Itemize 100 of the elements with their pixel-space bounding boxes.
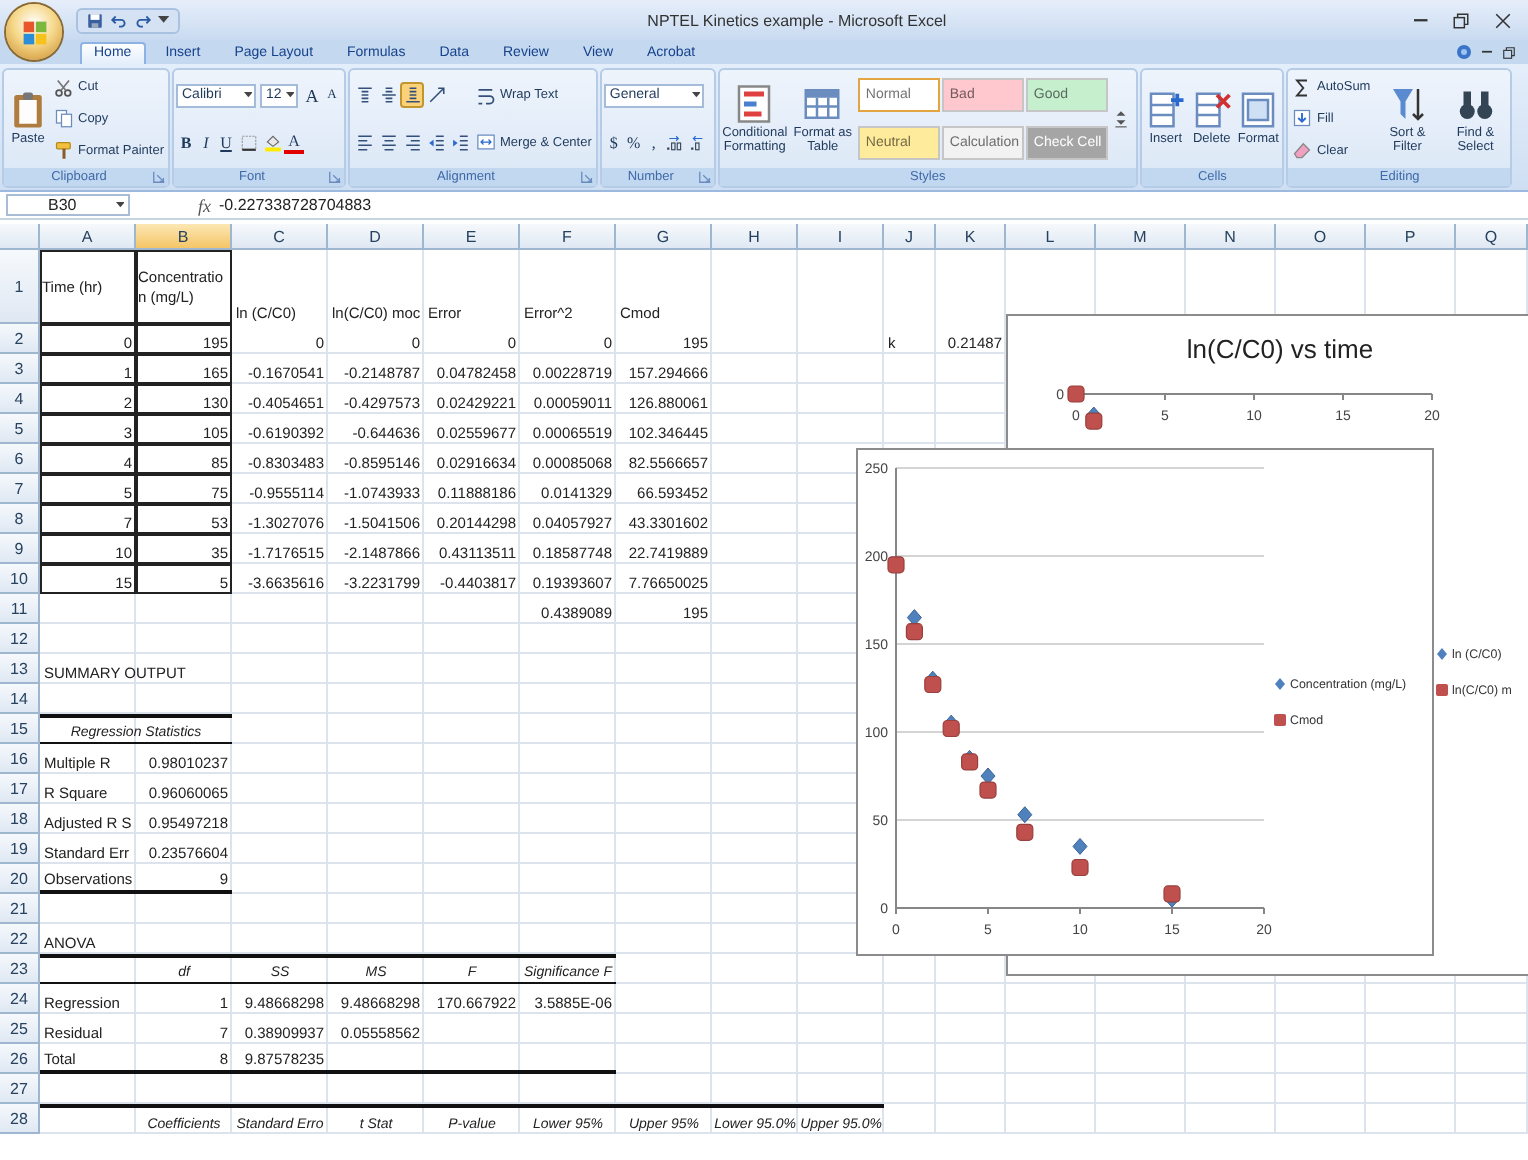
row-header[interactable]: 18 <box>0 804 40 834</box>
undo-button[interactable] <box>110 11 128 29</box>
insert-cells-icon <box>1145 90 1186 131</box>
row-header[interactable]: 28 <box>0 1104 40 1134</box>
data-point <box>1085 412 1103 430</box>
top-align-button[interactable] <box>352 82 376 109</box>
angled-text-icon <box>427 86 445 105</box>
row-header[interactable]: 7 <box>0 474 40 504</box>
delete-cells-icon <box>1191 90 1232 131</box>
column-header[interactable]: E <box>424 224 520 250</box>
data-point <box>1071 858 1089 877</box>
column-header[interactable]: J <box>884 224 936 250</box>
save-button[interactable] <box>86 11 104 29</box>
row-header[interactable]: 16 <box>0 744 40 774</box>
row-header[interactable]: 12 <box>0 624 40 654</box>
column-header[interactable]: K <box>936 224 1006 250</box>
name-box[interactable]: B30 <box>6 194 130 216</box>
row-header[interactable]: 4 <box>0 384 40 414</box>
align-right-button[interactable] <box>400 129 424 156</box>
data-point <box>979 781 997 799</box>
row-header[interactable]: 24 <box>0 984 40 1014</box>
data-point <box>1016 823 1034 841</box>
close-button[interactable] <box>1494 11 1512 29</box>
data-point <box>1072 837 1088 855</box>
column-header[interactable]: G <box>616 224 712 250</box>
row-header[interactable]: 13 <box>0 654 40 684</box>
row-header[interactable]: 23 <box>0 954 40 984</box>
caret-icon <box>158 16 170 24</box>
column-header[interactable]: D <box>328 224 424 250</box>
row-header[interactable]: 25 <box>0 1014 40 1044</box>
center-button[interactable] <box>376 129 400 156</box>
row-header[interactable]: 6 <box>0 444 40 474</box>
decrease-indent-button[interactable] <box>424 129 448 156</box>
currency-button[interactable]: $ <box>603 129 624 155</box>
funnel-icon <box>1387 83 1428 123</box>
column-header[interactable]: Q <box>1456 224 1528 250</box>
column-header[interactable]: N <box>1186 224 1276 250</box>
merge-cells-icon <box>476 132 496 153</box>
column-header[interactable]: P <box>1366 224 1456 250</box>
color-bars-icon <box>734 83 775 123</box>
align-top-icon <box>355 86 373 105</box>
comma-style-button[interactable]: , <box>643 129 664 155</box>
row-header[interactable]: 3 <box>0 354 40 384</box>
percent-button[interactable]: % <box>623 129 644 155</box>
launcher-icon <box>328 170 342 184</box>
caret-icon <box>243 92 252 99</box>
row-header[interactable]: 15 <box>0 714 40 744</box>
undo-icon <box>110 11 128 29</box>
data-point <box>887 556 905 574</box>
increase-indent-button[interactable] <box>448 129 472 156</box>
font-color-button[interactable]: A <box>284 131 304 154</box>
italic-button[interactable]: I <box>196 129 216 156</box>
caret-icon <box>115 202 124 208</box>
caret-icon <box>285 92 294 99</box>
decimal-more-icon <box>666 133 685 151</box>
row-header[interactable]: 9 <box>0 534 40 564</box>
restore-button[interactable] <box>1452 11 1470 29</box>
column-header[interactable]: I <box>798 224 884 250</box>
grow-font-button[interactable]: A <box>302 82 322 109</box>
column-header[interactable]: C <box>232 224 328 250</box>
launcher-icon <box>579 170 594 184</box>
row-header[interactable]: 2 <box>0 324 40 354</box>
row-header[interactable]: 10 <box>0 564 40 594</box>
minimize-button[interactable] <box>1481 50 1492 54</box>
column-header[interactable]: M <box>1096 224 1186 250</box>
row-header[interactable]: 17 <box>0 774 40 804</box>
align-left-button[interactable] <box>352 129 376 156</box>
clipboard-icon <box>8 90 48 131</box>
insert-function-button[interactable]: fx <box>198 195 211 215</box>
row-header[interactable]: 5 <box>0 414 40 444</box>
column-header[interactable]: L <box>1006 224 1096 250</box>
row-header[interactable]: 14 <box>0 684 40 714</box>
bold-button[interactable]: B <box>176 129 196 156</box>
column-header[interactable]: B <box>136 224 232 250</box>
redo-icon <box>134 11 152 29</box>
row-header[interactable]: 22 <box>0 924 40 954</box>
customize-button[interactable] <box>158 16 170 24</box>
restore-button[interactable] <box>1502 45 1516 59</box>
minimize-button[interactable] <box>1414 17 1428 23</box>
row-header[interactable]: 19 <box>0 834 40 864</box>
column-header[interactable]: F <box>520 224 616 250</box>
help-button[interactable] <box>1455 44 1472 60</box>
column-header[interactable]: O <box>1276 224 1366 250</box>
borders-icon <box>239 133 257 152</box>
redo-button[interactable] <box>134 11 152 29</box>
column-header[interactable]: A <box>40 224 136 250</box>
underline-button[interactable]: U <box>216 129 236 156</box>
app-menu-button[interactable] <box>6 4 62 60</box>
row-header[interactable]: 27 <box>0 1074 40 1104</box>
row-header[interactable]: 20 <box>0 864 40 894</box>
row-header[interactable]: 1 <box>0 250 40 324</box>
column-header[interactable]: H <box>712 224 798 250</box>
row-header[interactable]: 26 <box>0 1044 40 1074</box>
window-title: NPTEL Kinetics example - Microsoft Excel <box>645 11 949 29</box>
bottom-align-button[interactable] <box>400 82 424 109</box>
middle-align-button[interactable] <box>376 82 400 109</box>
row-header[interactable]: 8 <box>0 504 40 534</box>
row-header[interactable]: 11 <box>0 594 40 624</box>
align-left-icon <box>355 133 373 152</box>
row-header[interactable]: 21 <box>0 894 40 924</box>
